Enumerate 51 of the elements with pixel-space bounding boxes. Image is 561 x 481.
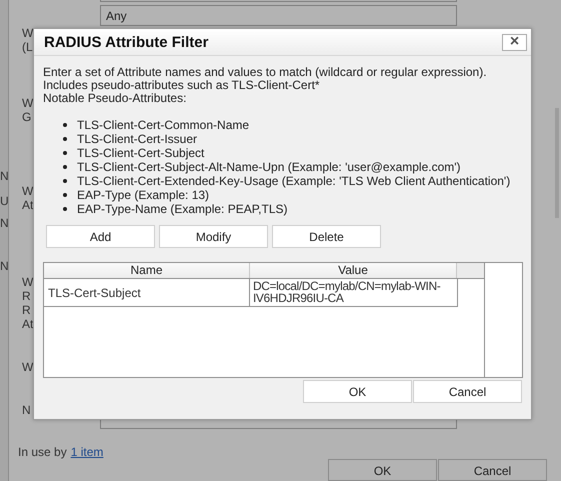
- field-label: U: [0, 194, 8, 208]
- field-label: (L: [22, 40, 33, 54]
- close-button[interactable]: ×: [502, 34, 527, 50]
- field-label: At: [22, 198, 34, 212]
- action-button[interactable]: Add: [46, 225, 155, 248]
- bullet-icon: [63, 179, 67, 183]
- field-label: At: [22, 317, 34, 331]
- header-filler: [457, 263, 484, 278]
- bullet-icon: [63, 207, 67, 211]
- attribute-item: TLS-Client-Cert-Subject-Alt-Name-Upn (Example: 'user@example.com'): [77, 160, 461, 174]
- instruction-text: Enter a set of Attribute names and values to match (wildcard or regular expression).: [43, 66, 487, 79]
- table-cell-text: DC=local/DC=mylab/CN=mylab-WIN-IV6HDJR96IU-CA: [252, 279, 442, 306]
- bullet-icon: [63, 193, 67, 197]
- dialog-button[interactable]: OK: [303, 380, 412, 403]
- usage-link[interactable]: 1 item: [70, 445, 104, 459]
- field-label: W: [22, 184, 34, 198]
- field-label: R: [22, 303, 31, 317]
- field-label: W: [22, 275, 34, 289]
- instruction-text: Notable Pseudo-Attributes:: [43, 92, 186, 105]
- field-label: R: [22, 289, 31, 303]
- field-label: W: [22, 96, 34, 110]
- field-label: N: [0, 169, 8, 183]
- field-label: N: [0, 216, 8, 230]
- bullet-icon: [63, 165, 67, 169]
- text-field[interactable]: Any: [100, 4, 457, 26]
- dialog-button[interactable]: OK: [328, 459, 437, 481]
- field-label: N: [22, 403, 31, 417]
- dialog-title: RADIUS Attribute Filter: [44, 34, 208, 50]
- bullet-icon: [63, 137, 67, 141]
- action-button[interactable]: Delete: [272, 225, 381, 248]
- attribute-item: TLS-Client-Cert-Common-Name: [77, 118, 250, 132]
- attribute-item: EAP-Type-Name (Example: PEAP,TLS): [77, 202, 288, 216]
- field-value: Any: [106, 8, 127, 23]
- action-button[interactable]: Modify: [159, 225, 268, 248]
- attribute-item: TLS-Client-Cert-Issuer: [77, 132, 198, 146]
- attribute-item: TLS-Client-Cert-Subject: [77, 146, 204, 160]
- bullet-icon: [63, 123, 67, 127]
- column-header[interactable]: Name: [44, 263, 250, 278]
- column-header[interactable]: Value: [250, 263, 457, 278]
- usage-text: In use by: [18, 445, 67, 459]
- attribute-item: EAP-Type (Example: 13): [77, 188, 210, 202]
- dialog-button[interactable]: Cancel: [413, 380, 522, 403]
- dialog-button[interactable]: Cancel: [438, 459, 547, 481]
- field-label: W: [22, 26, 34, 40]
- field-label: N: [0, 259, 8, 273]
- field-label: W: [22, 360, 34, 374]
- bullet-icon: [63, 151, 67, 155]
- field-label: G: [22, 110, 32, 124]
- instruction-text: Includes pseudo-attributes such as TLS-Client-Cert*: [43, 79, 320, 92]
- attribute-item: TLS-Client-Cert-Extended-Key-Usage (Example: 'TLS Web Client Authentication'): [77, 174, 510, 188]
- table-cell: TLS-Cert-Subject: [44, 279, 250, 306]
